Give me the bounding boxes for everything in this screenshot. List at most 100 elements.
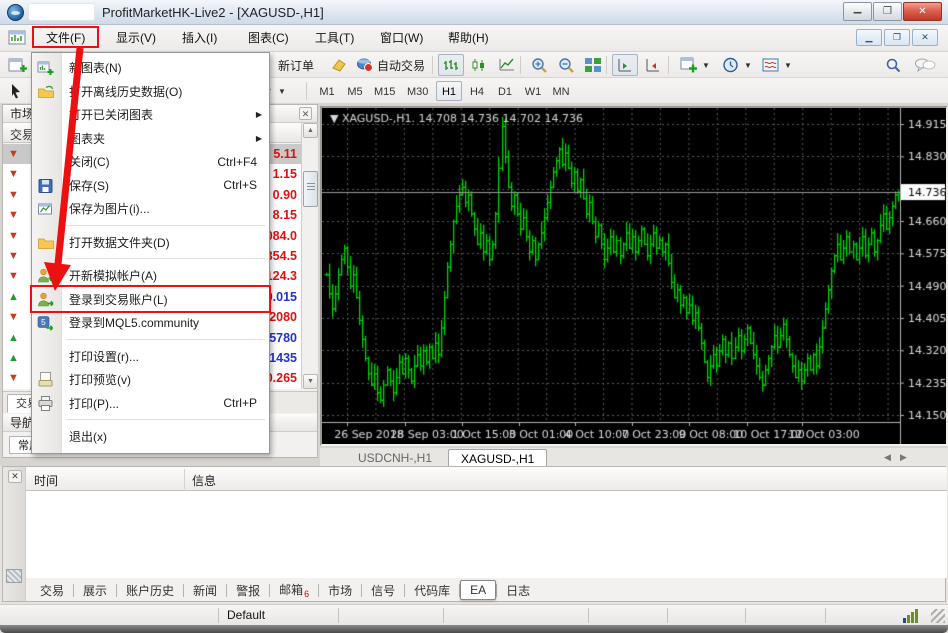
printer-icon [37, 395, 55, 413]
title-bar: ProfitMarketHK-Live2 - [XAGUSD-,H1] ▁ ❐ … [0, 0, 948, 25]
mdi-restore-button[interactable]: ❐ [884, 29, 910, 46]
menu-item-print-preview[interactable]: 打印预览(v) [32, 368, 269, 392]
timeframe-h4[interactable]: H4 [464, 81, 490, 101]
menu-help[interactable]: 帮助(H) [438, 29, 499, 48]
new-chart-icon [37, 59, 55, 77]
trend-arrow-icon: ▲ [8, 351, 19, 365]
terminal-tab-11[interactable]: 日志 [497, 580, 539, 601]
timeframe-mn[interactable]: MN [548, 81, 574, 101]
indicators-button[interactable]: ▼ [676, 54, 714, 76]
chart-shift-icon[interactable] [640, 54, 666, 76]
terminal-tab-7[interactable]: 市场 [319, 580, 361, 601]
trend-arrow-icon: ▼ [8, 310, 19, 324]
menu-charts[interactable]: 图表(C) [238, 29, 299, 48]
new-chart-toolbar-button[interactable] [4, 54, 32, 76]
templates-button[interactable]: ▼ [758, 54, 796, 76]
terminal-tab-bar: 交易展示账户历史新闻警报邮箱6市场信号代码库EA日志 [26, 578, 947, 602]
terminal-close-icon[interactable]: ✕ [8, 470, 22, 483]
scrollbar-thumb[interactable] [303, 171, 318, 207]
menu-item-save-picture[interactable]: 保存为图片(i)... [32, 197, 269, 221]
market-watch-scrollbar[interactable]: ▲ ▼ [301, 123, 318, 389]
chart-window[interactable] [320, 106, 948, 446]
scroll-up-icon[interactable]: ▲ [303, 123, 318, 138]
new-order-button[interactable]: 新订单 [274, 54, 318, 76]
history-center-icon[interactable] [326, 54, 352, 76]
terminal-tab-6[interactable]: 邮箱6 [270, 579, 318, 601]
zoom-out-icon[interactable] [553, 54, 579, 76]
timeframe-m1[interactable]: M1 [314, 81, 340, 101]
bid-price: 124.3 [266, 269, 297, 283]
candlestick-mode-icon[interactable] [466, 54, 492, 76]
status-bar: Default [0, 604, 948, 625]
window-close-button[interactable]: ✕ [903, 2, 942, 21]
auto-trading-button[interactable]: 自动交易 [352, 54, 429, 76]
dock-grip-icon[interactable] [6, 569, 22, 583]
line-chart-mode-icon[interactable] [494, 54, 520, 76]
menu-item-open-offline[interactable]: 打开离线历史数据(O) [32, 80, 269, 104]
price-chart[interactable] [322, 108, 946, 444]
resize-grip[interactable] [931, 609, 945, 623]
profile-indicator[interactable]: Default [227, 608, 265, 622]
bid-price: 0.90 [273, 188, 297, 202]
menu-tools[interactable]: 工具(T) [305, 29, 364, 48]
menu-item-login-mql5[interactable]: 5 登录到MQL5.community [32, 311, 269, 335]
bid-price: 084.0 [266, 229, 297, 243]
menu-insert[interactable]: 插入(I) [172, 29, 227, 48]
tile-windows-icon[interactable] [580, 54, 606, 76]
menu-item-close[interactable]: 关闭(C) Ctrl+F4 [32, 150, 269, 174]
timeframe-m5[interactable]: M5 [342, 81, 368, 101]
window-maximize-button[interactable]: ❐ [873, 2, 902, 21]
timeframe-w1[interactable]: W1 [520, 81, 546, 101]
timeframe-d1[interactable]: D1 [492, 81, 518, 101]
mdi-close-button[interactable]: ✕ [912, 29, 938, 46]
window-title: ProfitMarketHK-Live2 - [XAGUSD-,H1] [102, 5, 324, 20]
market-watch-close-icon[interactable]: ✕ [299, 107, 312, 120]
save-icon [37, 177, 55, 195]
timeframe-m30[interactable]: M30 [403, 81, 432, 101]
terminal-tab-1[interactable]: 交易 [31, 580, 73, 601]
menu-item-profiles[interactable]: 图表夹 ▶ [32, 127, 269, 151]
bar-chart-mode-icon[interactable] [438, 54, 464, 76]
terminal-tab-2[interactable]: 展示 [74, 580, 116, 601]
menu-item-print-setup[interactable]: 打印设置(r)... [32, 345, 269, 369]
chat-icon[interactable] [910, 54, 940, 76]
column-time[interactable]: 时间 [34, 472, 58, 489]
menu-item-print[interactable]: 打印(P)... Ctrl+P [32, 392, 269, 416]
auto-scroll-icon[interactable] [612, 54, 638, 76]
menu-window[interactable]: 窗口(W) [370, 29, 433, 48]
terminal-tab-10[interactable]: EA [460, 580, 496, 600]
terminal-tab-9[interactable]: 代码库 [405, 580, 459, 601]
print-preview-icon [37, 371, 55, 389]
trend-arrow-icon: ▼ [8, 147, 19, 161]
submenu-arrow-icon: ▶ [256, 110, 262, 119]
terminal-tab-5[interactable]: 警报 [227, 580, 269, 601]
timeframe-m15[interactable]: M15 [370, 81, 399, 101]
column-message[interactable]: 信息 [192, 472, 216, 489]
window-minimize-button[interactable]: ▁ [843, 2, 872, 21]
menu-item-open-data-folder[interactable]: 打开数据文件夹(D) [32, 231, 269, 255]
mail-count-badge: 6 [304, 589, 309, 599]
tab-scroll-left-icon[interactable]: ◀ [884, 452, 891, 463]
bid-price: 0.265 [266, 371, 297, 385]
search-icon[interactable] [880, 54, 906, 76]
periods-button[interactable]: ▼ [718, 54, 756, 76]
cursor-tool-icon[interactable] [4, 80, 28, 102]
menu-item-new-chart[interactable]: 新图表(N) [32, 56, 269, 80]
menu-item-save[interactable]: 保存(S) Ctrl+S [32, 174, 269, 198]
terminal-side-strip: ✕ [3, 467, 26, 601]
zoom-in-icon[interactable] [526, 54, 552, 76]
tab-scroll-right-icon[interactable]: ▶ [900, 452, 907, 463]
mdi-minimize-button[interactable]: ▁ [856, 29, 882, 46]
terminal-tab-4[interactable]: 新闻 [184, 580, 226, 601]
chart-window-icon[interactable] [8, 29, 28, 47]
timeframe-h1[interactable]: H1 [436, 81, 462, 101]
mql5-icon: 5 [37, 314, 55, 332]
terminal-tab-8[interactable]: 信号 [362, 580, 404, 601]
trend-arrow-icon: ▼ [8, 269, 19, 283]
terminal-tab-3[interactable]: 账户历史 [117, 580, 183, 601]
menu-item-open-demo-account[interactable]: 开新模拟帐户(A) [32, 264, 269, 288]
menu-item-open-deleted[interactable]: 打开已关闭图表 ▶ [32, 103, 269, 127]
scroll-down-icon[interactable]: ▼ [303, 374, 318, 389]
menu-view[interactable]: 显示(V) [106, 29, 166, 48]
menu-item-exit[interactable]: 退出(x) [32, 425, 269, 449]
